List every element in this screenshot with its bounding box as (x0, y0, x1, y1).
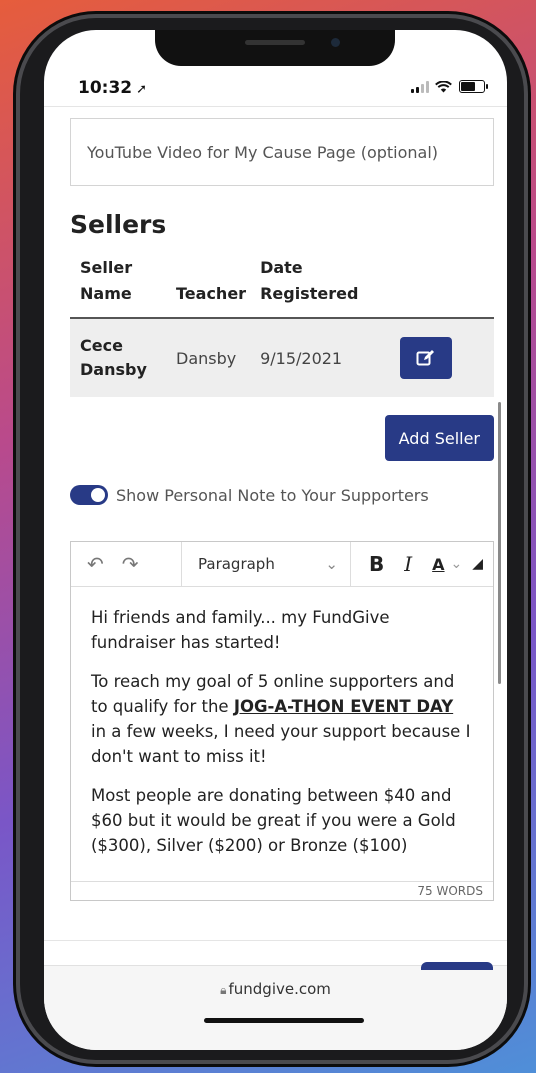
browser-url-bar[interactable]: 🔒︎ fundgive.com (44, 962, 507, 1050)
event-link: JOG-A-THON EVENT DAY (233, 697, 454, 716)
personal-note-toggle-row: Show Personal Note to Your Supporters (70, 485, 494, 505)
editor-content[interactable]: Hi friends and family... my FundGive fun… (71, 587, 493, 881)
personal-note-toggle[interactable] (70, 485, 108, 505)
time-text: 10:32 (78, 78, 133, 98)
youtube-input-placeholder: YouTube Video for My Cause Page (optiona… (87, 142, 439, 162)
url-text: fundgive.com (228, 980, 331, 998)
header-actions (390, 255, 494, 319)
cellular-signal-icon (411, 80, 429, 93)
wifi-icon (435, 80, 453, 93)
front-camera (331, 38, 340, 47)
sellers-title: Sellers (70, 210, 167, 239)
redo-icon[interactable]: ↷ (122, 552, 139, 576)
sellers-table: Seller Name Teacher Date Registered Cece… (70, 255, 494, 397)
actions-cell (390, 318, 494, 397)
date-cell: 9/15/2021 (256, 318, 391, 397)
header-teacher: Teacher (172, 255, 257, 319)
phone-notch (155, 30, 395, 66)
status-icons (411, 80, 488, 93)
edit-seller-button[interactable] (400, 337, 453, 379)
table-header-row: Seller Name Teacher Date Registered (70, 255, 494, 319)
note-paragraph: Most people are donating between $40 and… (91, 786, 456, 855)
youtube-url-input[interactable]: YouTube Video for My Cause Page (optiona… (70, 118, 494, 186)
edit-icon (416, 350, 435, 366)
seller-name-cell: Cece Dansby (70, 318, 172, 397)
add-seller-button[interactable]: Add Seller (384, 415, 494, 461)
battery-icon (459, 80, 488, 93)
highlight-icon[interactable]: ◢ (472, 556, 483, 572)
phone-screen: 10:32 ➚ YouTube Video for My Cause Page (… (44, 30, 507, 1050)
note-paragraph: To reach my goal of 5 online supporters … (91, 672, 471, 766)
undo-icon[interactable]: ↶ (87, 552, 104, 576)
partial-button[interactable] (421, 962, 493, 970)
teacher-cell: Dansby (172, 318, 257, 397)
editor-toolbar: ↶ ↷ Paragraph ⌄ B I A ⌄ ◢ (71, 542, 493, 587)
rich-text-editor: ↶ ↷ Paragraph ⌄ B I A ⌄ ◢ Hi friends and… (70, 541, 494, 901)
block-format-value: Paragraph (198, 555, 275, 573)
location-arrow-icon: ➚ (136, 82, 148, 97)
lock-icon: 🔒︎ (220, 983, 227, 997)
divider (44, 106, 507, 107)
word-count: 75 WORDS (71, 881, 493, 900)
table-row: Cece Dansby Dansby 9/15/2021 (70, 318, 494, 397)
text-color-button[interactable]: A (432, 555, 444, 574)
header-date-registered: Date Registered (256, 255, 391, 319)
bold-button[interactable]: B (369, 552, 384, 576)
home-indicator[interactable] (204, 1018, 364, 1023)
chevron-down-icon: ⌄ (325, 555, 338, 573)
personal-note-label: Show Personal Note to Your Supporters (116, 485, 429, 505)
block-format-select[interactable]: Paragraph ⌄ (182, 555, 350, 573)
status-time: 10:32 ➚ (78, 78, 147, 98)
chevron-down-icon[interactable]: ⌄ (451, 556, 463, 572)
speaker-grille (245, 40, 305, 45)
page-content: YouTube Video for My Cause Page (optiona… (70, 118, 494, 901)
note-paragraph: Hi friends and family... my FundGive fun… (91, 608, 390, 652)
status-bar: 10:32 ➚ (44, 70, 507, 110)
italic-button[interactable]: I (404, 552, 412, 576)
header-seller-name: Seller Name (70, 255, 172, 319)
scrollbar[interactable] (498, 402, 501, 684)
divider (44, 940, 507, 941)
